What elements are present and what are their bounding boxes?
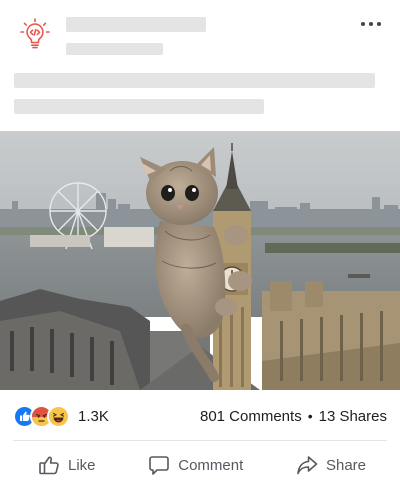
more-dot <box>377 22 381 26</box>
author-name-placeholder[interactable] <box>66 17 206 32</box>
engagement-counts: 801 Comments • 13 Shares <box>200 408 387 425</box>
reactions-summary[interactable]: 1.3K <box>13 404 109 428</box>
more-options-button[interactable] <box>360 14 382 34</box>
post-photo[interactable] <box>0 131 400 390</box>
comments-count[interactable]: 801 Comments <box>200 408 302 425</box>
comment-label: Comment <box>178 456 244 474</box>
london-kitten-image <box>0 131 400 390</box>
divider <box>13 440 387 441</box>
count-separator: • <box>307 408 313 424</box>
shares-count[interactable]: 13 Shares <box>319 408 387 425</box>
comment-bubble-icon <box>149 456 170 475</box>
like-button[interactable]: Like <box>38 454 96 476</box>
lightbulb-code-icon <box>20 18 50 49</box>
like-label: Like <box>68 456 96 474</box>
author-avatar[interactable] <box>18 17 52 51</box>
post-actions: Like Comment Share <box>0 448 400 482</box>
post-card: 1.3K 801 Comments • 13 Shares Like Comme… <box>0 0 400 491</box>
more-dot <box>361 22 365 26</box>
share-button[interactable]: Share <box>296 454 366 476</box>
share-label: Share <box>325 456 366 474</box>
share-arrow-icon <box>297 456 318 475</box>
reaction-count[interactable]: 1.3K <box>78 408 109 425</box>
haha-icon <box>47 404 70 428</box>
comment-button[interactable]: Comment <box>148 454 243 476</box>
more-dot <box>369 22 373 26</box>
post-text-placeholder <box>14 73 375 88</box>
post-text-placeholder <box>14 99 264 114</box>
post-stats: 1.3K 801 Comments • 13 Shares <box>13 403 387 429</box>
thumbs-up-icon <box>39 456 59 475</box>
post-timestamp-placeholder <box>66 43 163 55</box>
